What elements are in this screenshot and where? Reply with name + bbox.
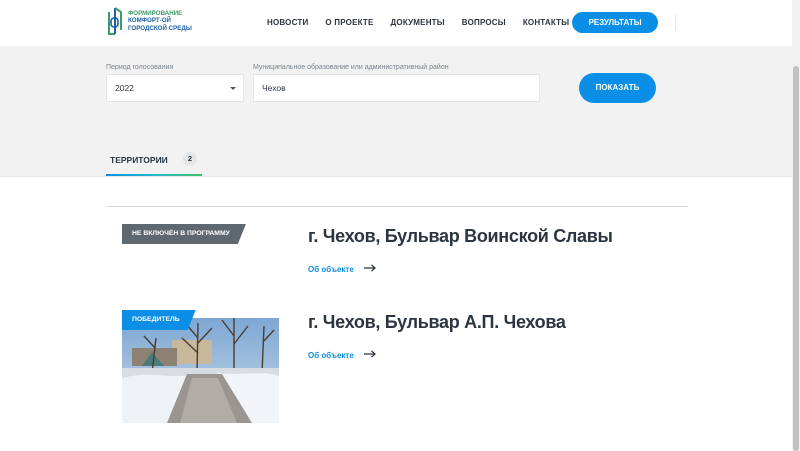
municipality-field[interactable]: Чехов — [253, 74, 540, 102]
arrow-right-icon — [363, 264, 376, 274]
municipality-field-value: Чехов — [262, 83, 286, 93]
object-link-label: Об объекте — [308, 264, 354, 274]
tab-territories-count: 2 — [183, 152, 197, 166]
nav-link-about[interactable]: О ПРОЕКТЕ — [325, 18, 373, 27]
photo-image — [122, 318, 279, 423]
period-select[interactable]: 2022 — [106, 74, 244, 102]
period-select-value: 2022 — [115, 83, 134, 93]
logo-line-2: КОМФОРТ-ОЙ — [128, 17, 171, 25]
territory-card: НЕ ВКЛЮЧЁН В ПРОГРАММУ г. Чехов, Бульвар… — [106, 224, 688, 314]
territory-title[interactable]: г. Чехов, Бульвар А.П. Чехова — [308, 312, 566, 333]
chevron-down-icon — [230, 87, 236, 90]
object-link[interactable]: Об объекте — [308, 264, 376, 274]
filter-panel: Период голосования 2022 Муниципальное об… — [0, 46, 792, 177]
logo-icon — [106, 6, 124, 36]
period-label: Период голосования — [106, 64, 174, 71]
scrollbar-thumb[interactable] — [793, 66, 799, 451]
municipality-label: Муниципальное образование или администра… — [253, 64, 449, 71]
nav-link-contacts[interactable]: КОНТАКТЫ — [523, 18, 569, 27]
nav-link-questions[interactable]: ВОПРОСЫ — [462, 18, 506, 27]
show-button[interactable]: ПОКАЗАТЬ — [579, 73, 656, 103]
tab-territories-label: ТЕРРИТОРИИ — [110, 155, 168, 165]
list-divider — [106, 206, 688, 207]
territory-photo[interactable] — [122, 318, 279, 423]
territory-card: ПОБЕДИТЕЛЬ г. Чехов, Бульвар А.П. Чехова… — [106, 310, 688, 423]
logo-text: ФОРМИРОВАНИЕ КОМФОРТ-ОЙ ГОРОДСКОЙ СРЕДЫ — [128, 10, 192, 32]
status-badge: ПОБЕДИТЕЛЬ — [122, 310, 196, 330]
object-link[interactable]: Об объекте — [308, 350, 376, 360]
header-divider — [675, 14, 676, 31]
territory-title[interactable]: г. Чехов, Бульвар Воинской Славы — [308, 226, 613, 247]
nav-link-documents[interactable]: ДОКУМЕНТЫ — [391, 18, 445, 27]
status-badge: НЕ ВКЛЮЧЁН В ПРОГРАММУ — [122, 224, 246, 244]
arrow-right-icon — [363, 350, 376, 360]
tab-territories[interactable]: ТЕРРИТОРИИ 2 — [106, 147, 202, 177]
nav-link-news[interactable]: НОВОСТИ — [267, 18, 308, 27]
site-logo[interactable]: ФОРМИРОВАНИЕ КОМФОРТ-ОЙ ГОРОДСКОЙ СРЕДЫ — [106, 6, 192, 36]
page-scrollbar[interactable] — [792, 0, 800, 451]
section-divider — [0, 176, 792, 177]
results-button[interactable]: РЕЗУЛЬТАТЫ — [572, 12, 658, 33]
main-nav: НОВОСТИ О ПРОЕКТЕ ДОКУМЕНТЫ ВОПРОСЫ КОНТ… — [267, 18, 586, 27]
logo-line-3: ГОРОДСКОЙ СРЕДЫ — [128, 24, 192, 32]
site-header: ФОРМИРОВАНИЕ КОМФОРТ-ОЙ ГОРОДСКОЙ СРЕДЫ … — [0, 0, 792, 46]
object-link-label: Об объекте — [308, 350, 354, 360]
